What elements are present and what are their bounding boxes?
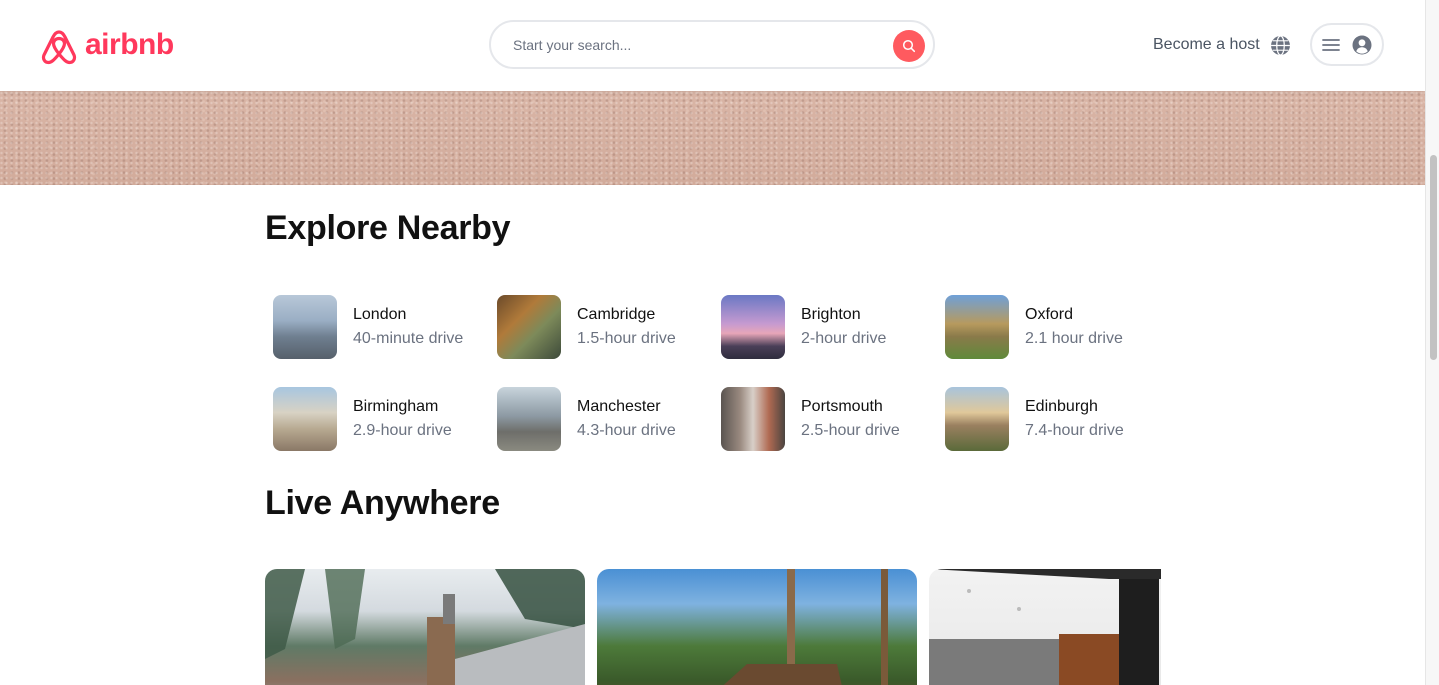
airbnb-logo-icon bbox=[41, 30, 77, 65]
place-info: London 40-minute drive bbox=[353, 303, 463, 351]
become-host-link[interactable]: Become a host bbox=[1153, 36, 1260, 54]
place-info: Cambridge 1.5-hour drive bbox=[577, 303, 676, 351]
place-name: Cambridge bbox=[577, 306, 656, 323]
live-card-entire-homes[interactable] bbox=[929, 569, 1161, 685]
place-name: Edinburgh bbox=[1025, 398, 1098, 415]
place-info: Manchester 4.3-hour drive bbox=[577, 395, 676, 443]
place-info: Brighton 2-hour drive bbox=[801, 303, 886, 351]
place-card-cambridge[interactable]: Cambridge 1.5-hour drive bbox=[489, 281, 713, 373]
place-info: Birmingham 2.9-hour drive bbox=[353, 395, 452, 443]
place-thumbnail bbox=[497, 387, 561, 451]
search-icon bbox=[902, 39, 916, 53]
place-thumbnail bbox=[721, 387, 785, 451]
hamburger-icon bbox=[1322, 38, 1340, 51]
live-anywhere-heading: Live Anywhere bbox=[265, 484, 500, 522]
place-thumbnail bbox=[273, 295, 337, 359]
page: airbnb Become a host bbox=[0, 0, 1425, 685]
place-thumbnail bbox=[721, 295, 785, 359]
explore-nearby-grid: London 40-minute drive Cambridge 1.5-hou… bbox=[265, 281, 1161, 465]
search-bar[interactable] bbox=[489, 20, 935, 69]
place-distance: 40-minute drive bbox=[353, 330, 464, 347]
place-distance: 2-hour drive bbox=[801, 330, 887, 347]
search-input[interactable] bbox=[511, 35, 885, 54]
place-distance: 2.5-hour drive bbox=[801, 422, 900, 439]
place-thumbnail bbox=[945, 387, 1009, 451]
place-thumbnail bbox=[497, 295, 561, 359]
treehouse-image bbox=[723, 569, 888, 685]
place-card-london[interactable]: London 40-minute drive bbox=[265, 281, 489, 373]
user-circle-icon bbox=[1352, 35, 1372, 54]
place-card-oxford[interactable]: Oxford 2.1 hour drive bbox=[937, 281, 1161, 373]
explore-nearby-heading: Explore Nearby bbox=[265, 209, 511, 247]
search-button[interactable] bbox=[893, 30, 925, 62]
live-anywhere-row bbox=[265, 569, 1161, 685]
place-distance: 2.1 hour drive bbox=[1025, 330, 1123, 347]
place-distance: 1.5-hour drive bbox=[577, 330, 676, 347]
place-info: Portsmouth 2.5-hour drive bbox=[801, 395, 900, 443]
live-card-unique-stays[interactable] bbox=[597, 569, 917, 685]
place-name: Manchester bbox=[577, 398, 661, 415]
place-info: Oxford 2.1 hour drive bbox=[1025, 303, 1123, 351]
right-nav: Become a host bbox=[1153, 22, 1291, 68]
user-menu-button[interactable] bbox=[1310, 23, 1384, 66]
hero-banner-image bbox=[0, 91, 1425, 185]
place-card-manchester[interactable]: Manchester 4.3-hour drive bbox=[489, 373, 713, 465]
place-name: Oxford bbox=[1025, 306, 1074, 323]
scrollbar-thumb[interactable] bbox=[1430, 155, 1437, 360]
place-name: Birmingham bbox=[353, 398, 439, 415]
place-distance: 4.3-hour drive bbox=[577, 422, 676, 439]
place-info: Edinburgh 7.4-hour drive bbox=[1025, 395, 1124, 443]
place-name: London bbox=[353, 306, 407, 323]
place-thumbnail bbox=[945, 295, 1009, 359]
live-card-outdoor-getaway[interactable] bbox=[265, 569, 585, 685]
place-distance: 7.4-hour drive bbox=[1025, 422, 1124, 439]
top-header: airbnb Become a host bbox=[0, 0, 1425, 91]
globe-icon[interactable] bbox=[1270, 34, 1291, 56]
place-card-portsmouth[interactable]: Portsmouth 2.5-hour drive bbox=[713, 373, 937, 465]
place-thumbnail bbox=[273, 387, 337, 451]
place-name: Portsmouth bbox=[801, 398, 883, 415]
cabin-image bbox=[265, 569, 585, 685]
interior-image bbox=[929, 569, 1161, 685]
place-card-birmingham[interactable]: Birmingham 2.9-hour drive bbox=[265, 373, 489, 465]
place-card-edinburgh[interactable]: Edinburgh 7.4-hour drive bbox=[937, 373, 1161, 465]
brand-name: airbnb bbox=[85, 28, 174, 61]
place-distance: 2.9-hour drive bbox=[353, 422, 452, 439]
place-name: Brighton bbox=[801, 306, 861, 323]
place-card-brighton[interactable]: Brighton 2-hour drive bbox=[713, 281, 937, 373]
vertical-scrollbar[interactable] bbox=[1425, 0, 1439, 685]
airbnb-logo[interactable]: airbnb bbox=[40, 24, 174, 66]
